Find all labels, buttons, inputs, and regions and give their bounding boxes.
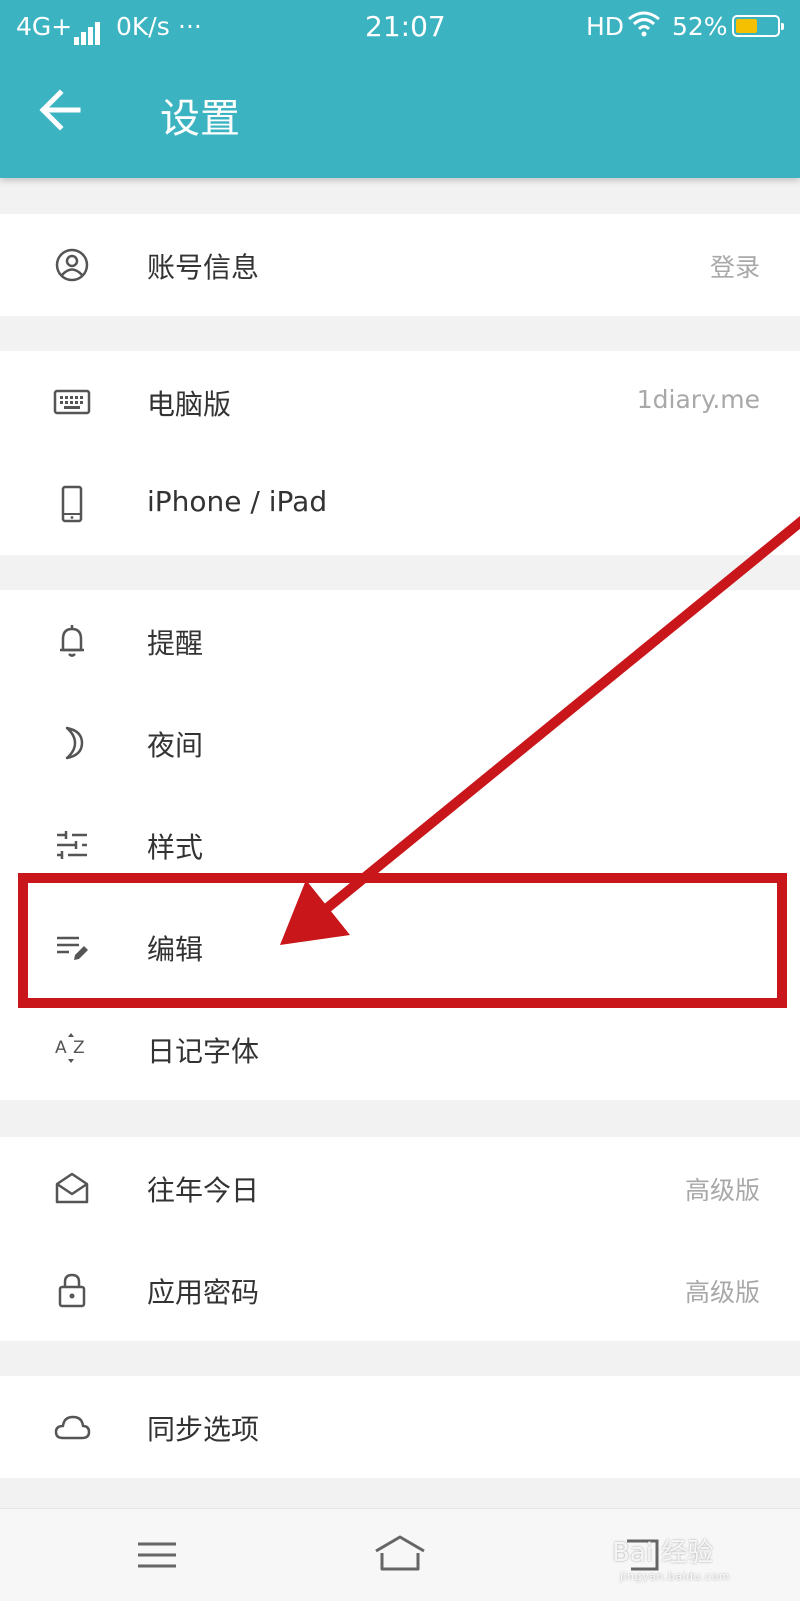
row-value: 1diary.me [636,385,760,414]
lock-icon [58,1273,86,1308]
wifi-icon [627,10,661,44]
row-value: 高级版 [684,1278,760,1307]
sliders-icon [57,831,87,859]
watermark-sub: jingyan.baidu.com [620,1570,731,1583]
cloud-icon [54,1415,91,1440]
row-label: 账号信息 [147,251,260,284]
baidu-watermark: Bai 经验 jingyan.baidu.com [612,1532,762,1592]
nav-menu-button[interactable] [127,1529,187,1581]
network-speed: 0K/s [116,12,170,41]
settings-group-preferences: 提醒 夜间 样式 编辑 A Z 日记字体 [0,590,800,1100]
row-desktop[interactable]: 电脑版 1diary.me [0,351,800,453]
bell-icon [60,625,84,657]
menu-icon [138,1542,176,1568]
settings-group-platforms: 电脑版 1diary.me iPhone / iPad [0,351,800,555]
row-label: iPhone / iPad [147,485,328,518]
battery-icon [732,15,784,37]
row-label: 夜间 [147,729,204,762]
row-iphone-ipad[interactable]: iPhone / iPad [0,453,800,555]
settings-group-premium: 往年今日 高级版 应用密码 高级版 [0,1137,800,1341]
row-label: 同步选项 [147,1413,260,1446]
toolbar: 设置 [0,56,800,178]
home-icon [375,1535,425,1571]
back-button[interactable] [30,78,94,142]
more-notifications: ··· [178,12,202,41]
phone-icon [61,485,83,523]
settings-group-account: 账号信息 登录 [0,214,800,316]
row-label: 应用密码 [147,1276,260,1309]
font-size-icon: A Z [55,1033,85,1063]
svg-text:A: A [55,1038,67,1058]
row-label: 电脑版 [147,388,232,421]
row-diary-font[interactable]: A Z 日记字体 [0,998,800,1100]
settings-group-sync: 同步选项 [0,1376,800,1478]
keyboard-icon [53,389,91,415]
row-label: 往年今日 [147,1174,260,1207]
watermark-main: Bai 经验 [612,1538,714,1568]
row-value: 高级版 [684,1176,760,1205]
row-label: 样式 [147,831,204,864]
page-title: 设置 [160,96,240,142]
nav-home-button[interactable] [370,1529,430,1581]
row-value: 登录 [709,253,760,282]
account-circle-icon [55,248,89,282]
arrow-left-icon [39,89,81,131]
row-night-mode[interactable]: 夜间 [0,692,800,794]
row-sync-options[interactable]: 同步选项 [0,1376,800,1478]
row-app-password[interactable]: 应用密码 高级版 [0,1239,800,1341]
svg-text:Z: Z [73,1038,85,1058]
battery-percent: 52% [672,12,728,41]
hd-indicator: HD [586,12,625,41]
row-label: 日记字体 [147,1035,260,1068]
row-reminder[interactable]: 提醒 [0,590,800,692]
row-label: 提醒 [147,627,204,660]
row-account-info[interactable]: 账号信息 登录 [0,214,800,316]
envelope-open-icon [55,1172,89,1204]
status-bar: 4G+ 0K/s ··· 21:07 HD 52% [0,0,800,56]
network-type: 4G+ [16,12,73,41]
row-on-this-day[interactable]: 往年今日 高级版 [0,1137,800,1239]
status-time: 21:07 [365,10,446,43]
app-header: 4G+ 0K/s ··· 21:07 HD 52% 设置 [0,0,800,178]
annotation-highlight-box [18,873,787,1008]
signal-icon [70,14,102,45]
moon-icon [65,726,84,760]
